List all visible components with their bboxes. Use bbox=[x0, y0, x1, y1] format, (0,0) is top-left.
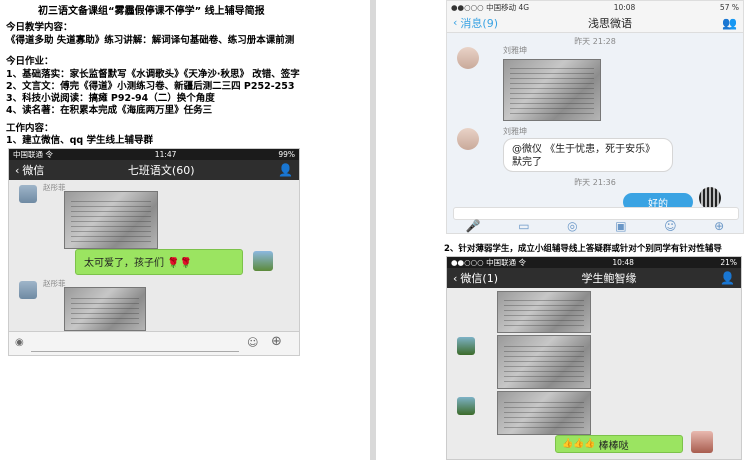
sender-name: 刘雅坤 bbox=[503, 127, 527, 136]
carrier-label: 中国联通 令 bbox=[13, 150, 53, 159]
input-bar: ◉ ☺ ⊕ bbox=[9, 331, 299, 355]
wechat-screenshot-class7: 中国联通 令 11:47 99% ‹ 微信 七班语文(60) 👤 赵彤菲 太可爱… bbox=[8, 148, 300, 356]
status-time: 10:48 bbox=[612, 258, 634, 267]
chevron-left-icon: ‹ bbox=[453, 16, 458, 29]
timestamp: 昨天 21:28 bbox=[574, 37, 616, 46]
work-item: 2、针对薄弱学生，成立小组辅导线上答疑群或针对个别同学有针对性辅导 bbox=[444, 244, 722, 254]
avatar bbox=[253, 251, 273, 271]
homework-item: 3、科技小说阅读：搞瘫 P92-94（二）换个角度 bbox=[6, 93, 215, 104]
chat-title: 浅思微语 bbox=[588, 16, 633, 30]
image-message[interactable] bbox=[497, 391, 591, 435]
sender-name: 赵彤菲 bbox=[43, 279, 66, 288]
nav-bar: ‹ 微信 七班语文(60) 👤 bbox=[9, 160, 299, 180]
battery-label: 21% bbox=[720, 258, 737, 267]
image-icon[interactable]: ▭ bbox=[518, 219, 529, 233]
image-message[interactable] bbox=[64, 191, 158, 249]
chevron-left-icon: ‹ bbox=[453, 271, 458, 285]
sender-name: 赵彤菲 bbox=[43, 183, 66, 192]
battery-label: 99% bbox=[278, 150, 295, 159]
back-button[interactable]: ‹ 消息(9) bbox=[453, 15, 498, 31]
back-button[interactable]: ‹ 微信(1) bbox=[453, 270, 498, 286]
timestamp: 昨天 21:36 bbox=[574, 178, 616, 187]
avatar bbox=[691, 431, 713, 453]
camera-icon[interactable]: ◎ bbox=[567, 219, 577, 233]
emoji-icon[interactable]: ☺ bbox=[664, 219, 677, 233]
image-message[interactable] bbox=[64, 287, 146, 331]
message-text: 棒棒哒 bbox=[598, 440, 629, 452]
back-label: 消息(9) bbox=[460, 16, 498, 30]
status-time: 11:47 bbox=[154, 150, 177, 159]
nav-bar: ‹ 微信(1) 学生鲍智缘 👤 bbox=[447, 268, 741, 288]
status-time: 10:08 bbox=[613, 2, 636, 12]
image-message[interactable] bbox=[503, 59, 601, 121]
avatar bbox=[699, 187, 721, 209]
status-bar: 中国联通 令 11:47 99% bbox=[9, 149, 299, 160]
sender-name: 刘雅坤 bbox=[503, 46, 527, 55]
thumbs-up-icon: 👍👍👍 bbox=[562, 439, 596, 449]
voice-icon[interactable]: 🎤 bbox=[466, 219, 481, 233]
qq-screenshot-chat: ●●○○○ 中国移动 4G 10:08 57 % ‹ 消息(9) 浅思微语 👥 … bbox=[446, 0, 744, 234]
page-separator bbox=[370, 0, 376, 460]
avatar bbox=[19, 185, 37, 203]
chevron-left-icon: ‹ bbox=[15, 163, 20, 177]
homework-heading: 今日作业： bbox=[6, 56, 54, 67]
message-input[interactable] bbox=[31, 336, 239, 352]
today-content-heading: 今日教学内容： bbox=[6, 22, 73, 33]
back-label: 微信 bbox=[22, 164, 45, 177]
plus-icon[interactable]: ⊕ bbox=[271, 334, 282, 349]
avatar bbox=[457, 47, 479, 69]
back-label: 微信(1) bbox=[460, 272, 498, 285]
wechat-screenshot-student: ●●○○○ 中国联通 令 10:48 21% ‹ 微信(1) 学生鲍智缘 👤 👍… bbox=[446, 256, 742, 460]
status-bar: ●●○○○ 中国联通 令 10:48 21% bbox=[447, 257, 741, 268]
image-message[interactable] bbox=[497, 335, 591, 389]
work-item: 1、建立微信、qq 学生线上辅导群 bbox=[6, 135, 154, 146]
group-members-icon[interactable]: 👥 bbox=[722, 16, 737, 30]
avatar bbox=[457, 337, 475, 355]
today-content-line: 《得道多助 失道寡助》练习讲解：解词译句基础卷、练习册本课前测 bbox=[6, 35, 295, 46]
homework-item: 1、基础落实：家长监督默写《水调歌头》《天净沙·秋思》 改错、签字 bbox=[6, 69, 300, 80]
emoji-icon[interactable]: ☺ bbox=[247, 336, 258, 349]
avatar bbox=[457, 397, 475, 415]
plus-icon[interactable]: ⊕ bbox=[714, 219, 724, 233]
homework-item: 2、文言文：傅完《得道》小测练习卷、新疆后测二三四 P252-253 bbox=[6, 81, 295, 92]
image-message[interactable] bbox=[497, 291, 591, 333]
avatar bbox=[19, 281, 37, 299]
text-bubble-outgoing[interactable]: 太可爱了，孩子们 🌹🌹 bbox=[75, 249, 243, 275]
text-bubble-outgoing[interactable]: 👍👍👍 棒棒哒 bbox=[555, 435, 683, 453]
group-members-icon[interactable]: 👤 bbox=[278, 163, 293, 177]
chat-title: 七班语文(60) bbox=[127, 164, 195, 177]
voice-icon[interactable]: ◉ bbox=[15, 337, 24, 348]
profile-icon[interactable]: 👤 bbox=[720, 271, 735, 285]
gift-icon[interactable]: ▣ bbox=[615, 219, 626, 233]
carrier-label: ●●○○○ 中国移动 4G bbox=[451, 2, 530, 12]
back-button[interactable]: ‹ 微信 bbox=[15, 162, 44, 178]
text-bubble-incoming[interactable]: @微仪 《生于忧患，死于安乐》默完了 bbox=[503, 138, 673, 172]
battery-label: 57 % bbox=[719, 2, 739, 12]
doc-title: 初三语文备课组“雾霾假停课不停学” 线上辅导简报 bbox=[38, 6, 265, 17]
status-bar: ●●○○○ 中国移动 4G 10:08 57 % bbox=[447, 1, 743, 13]
homework-item: 4、读名著：在积累本完成《海底两万里》任务三 bbox=[6, 105, 213, 116]
nav-bar: ‹ 消息(9) 浅思微语 👥 bbox=[447, 13, 743, 33]
carrier-label: ●●○○○ 中国联通 令 bbox=[451, 258, 526, 267]
toolbar-row: 🎤 ▭ ◎ ▣ ☺ ⊕ bbox=[447, 219, 743, 233]
chat-title: 学生鲍智缘 bbox=[581, 272, 637, 285]
message-text: 太可爱了，孩子们 bbox=[84, 258, 164, 269]
avatar bbox=[457, 128, 479, 150]
work-heading: 工作内容： bbox=[6, 123, 54, 134]
rose-emoji-icon: 🌹🌹 bbox=[167, 258, 193, 269]
